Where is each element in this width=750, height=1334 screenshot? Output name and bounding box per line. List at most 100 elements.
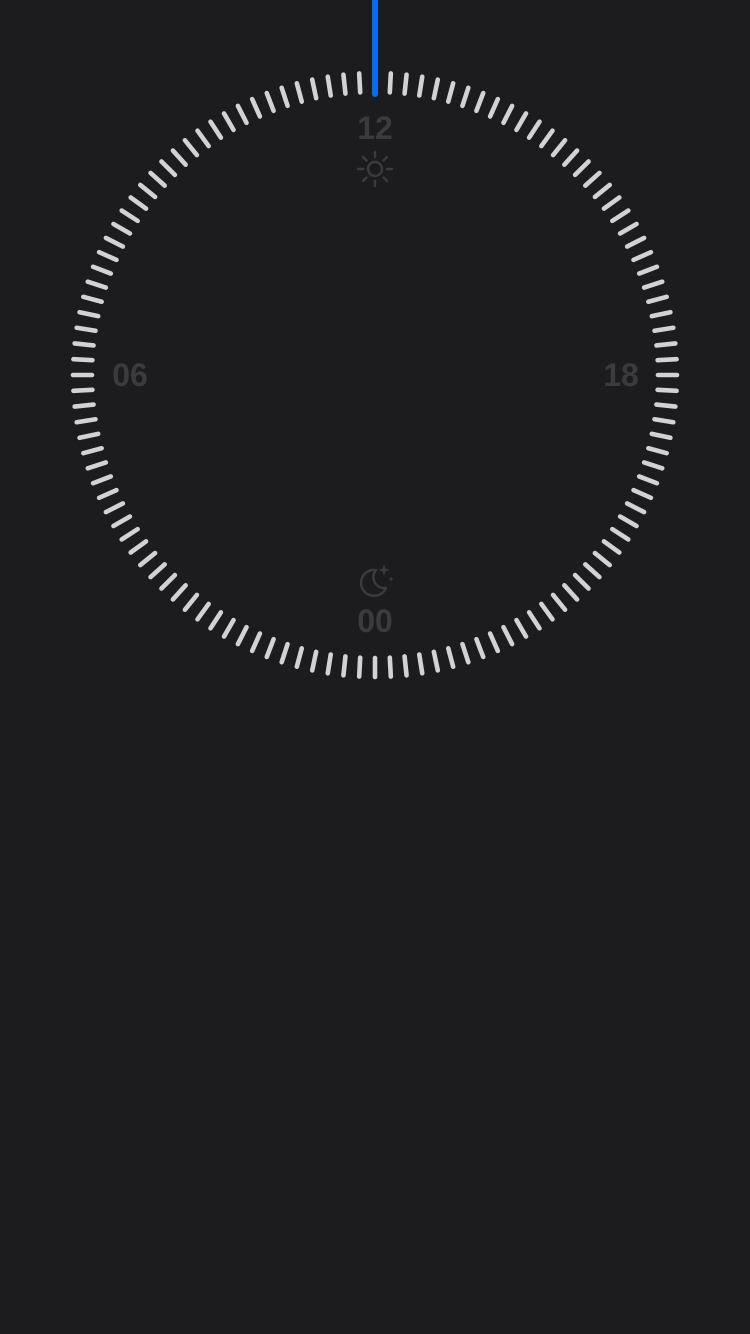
hour-label-12: 12 — [357, 110, 393, 146]
dial-tick — [646, 445, 670, 456]
dial-tick — [103, 235, 126, 249]
dial-tick — [654, 402, 678, 409]
dial-tick — [474, 636, 486, 660]
dial-tick — [148, 170, 167, 188]
dial-tick — [487, 96, 501, 119]
dial-tick — [96, 487, 119, 501]
dial-tick — [309, 649, 319, 673]
moon-stars-icon — [359, 564, 394, 598]
dial-tick — [294, 646, 305, 670]
dial-tick — [221, 111, 236, 133]
dial-tick — [572, 572, 591, 591]
dial-tick — [77, 309, 101, 319]
dial-tick — [539, 128, 555, 149]
dial-tick — [445, 80, 456, 104]
dial-tick — [583, 170, 602, 188]
dial-tick — [159, 572, 178, 591]
dial-tick — [474, 90, 486, 114]
dial-tick — [159, 159, 178, 178]
dial-tick — [636, 474, 660, 486]
dial-tick — [119, 526, 140, 542]
dial-tick — [74, 325, 98, 334]
dial-tick — [119, 208, 140, 224]
dial-tick — [72, 341, 96, 348]
dial-tick — [182, 592, 200, 613]
dial-tick — [610, 208, 631, 224]
dial-tick — [96, 249, 119, 263]
dial-tick — [652, 325, 676, 334]
dial-tick — [72, 402, 96, 409]
dial-tick — [356, 655, 363, 679]
sun-icon — [356, 150, 394, 188]
dial-tick — [539, 601, 555, 622]
dial-tick — [387, 655, 394, 679]
dial-tick — [148, 562, 167, 580]
dial-tick — [387, 71, 394, 95]
dial-tick — [170, 583, 188, 602]
hour-label-00: 00 — [357, 603, 393, 639]
dial-tick — [487, 631, 501, 654]
dial-tick — [416, 652, 425, 676]
dial-tick — [617, 514, 639, 529]
dial-tick — [572, 159, 591, 178]
dial-tick — [460, 85, 471, 109]
dial-tick — [550, 138, 568, 158]
dial-tick — [514, 617, 529, 639]
dial-tick — [416, 74, 425, 98]
dial-tick — [138, 182, 158, 200]
dial-tick — [646, 294, 670, 305]
dial-tick — [264, 636, 276, 660]
dial-tick — [77, 431, 101, 441]
dial-tick — [90, 474, 114, 486]
dial-tick — [74, 416, 98, 425]
dial-tick — [249, 96, 263, 119]
dial-tick — [601, 539, 622, 555]
dial-tick — [641, 460, 665, 471]
dial-tick — [649, 431, 673, 441]
dial-tick — [583, 562, 602, 580]
dial-tick — [431, 77, 441, 101]
dial-tick — [85, 460, 109, 471]
dial-tick — [128, 195, 149, 211]
hour-label-18: 18 — [603, 357, 639, 393]
dial-tick — [128, 539, 149, 555]
dial-tick — [649, 309, 673, 319]
dial-tick — [445, 646, 456, 670]
dial-tick — [624, 501, 647, 515]
dial-tick — [294, 80, 305, 104]
dial-tick — [170, 148, 188, 167]
dial-tick — [279, 85, 290, 109]
dial-tick — [208, 119, 224, 140]
dial-tick — [195, 601, 211, 622]
dial-tick — [103, 501, 126, 515]
dial-tick — [610, 526, 631, 542]
dial-tick — [460, 641, 471, 665]
dial-tick — [111, 514, 133, 529]
dial-tick — [402, 654, 409, 678]
dial-tick — [235, 624, 249, 647]
dial-tick — [111, 221, 133, 236]
dial-tick — [356, 71, 363, 95]
dial-tick — [592, 182, 613, 200]
dial-tick — [654, 341, 678, 348]
dial-tick — [624, 235, 647, 249]
dial-tick — [208, 610, 224, 631]
dial-tick — [195, 128, 211, 149]
dial-tick — [601, 195, 622, 211]
time-dial[interactable]: 12 06 18 00 — [0, 0, 750, 750]
dial-tick — [325, 652, 334, 676]
dial-tick — [80, 294, 104, 305]
dial-tick — [636, 264, 660, 276]
dial-tick — [526, 610, 542, 631]
dial-tick — [279, 641, 290, 665]
dial-tick — [617, 221, 639, 236]
dial-tick — [562, 583, 580, 602]
dial-tick — [182, 138, 200, 158]
dial-tick — [514, 111, 529, 133]
empty-area — [0, 750, 750, 1334]
dial-tick — [501, 103, 515, 126]
dial-tick — [431, 649, 441, 673]
dial-tick — [341, 654, 348, 678]
dial-tick — [90, 264, 114, 276]
hour-label-06: 06 — [112, 357, 148, 393]
